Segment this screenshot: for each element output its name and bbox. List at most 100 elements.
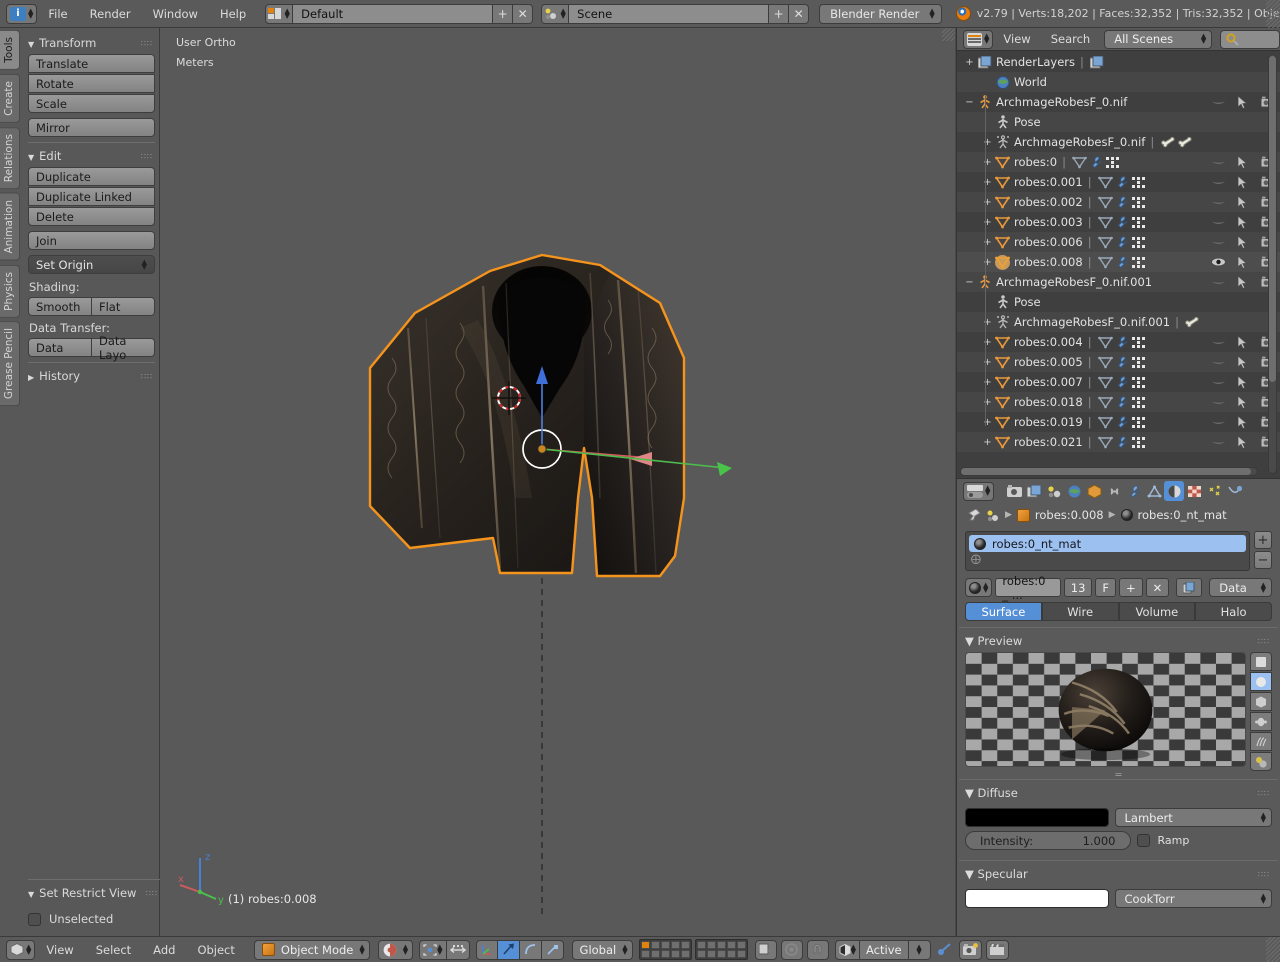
vertexgroup-icon[interactable] (1131, 396, 1148, 409)
outliner-search-input[interactable] (1220, 29, 1280, 49)
preview-monkey-button[interactable] (1250, 712, 1272, 731)
wrench-icon[interactable] (1114, 395, 1131, 409)
outliner-row[interactable]: + robes:0.002 | (957, 192, 1280, 212)
preview-flat-button[interactable] (1250, 652, 1272, 671)
material-link-dropdown[interactable]: Data ▲ ▼ (1209, 578, 1272, 597)
tab-create[interactable]: Create (0, 73, 20, 123)
outliner-row[interactable]: + RenderLayers | (957, 52, 1280, 72)
wrench-icon[interactable] (1114, 355, 1131, 369)
wrench-icon[interactable] (1114, 375, 1131, 389)
outliner-row[interactable]: + robes:0 | (957, 152, 1280, 172)
restrict-cursor-toggle[interactable] (1238, 275, 1249, 289)
restrict-eye-closed-toggle[interactable] (1211, 96, 1226, 108)
unlink-material-button[interactable]: ✕ (1145, 578, 1170, 597)
add-screen-layout-button[interactable]: + (493, 3, 514, 24)
outliner-expand-toggle[interactable]: + (981, 357, 994, 368)
tab-grease-pencil[interactable]: Grease Pencil (0, 321, 20, 407)
outliner-row-label[interactable]: ArchmageRobesF_0.nif.001 (1011, 315, 1170, 329)
outliner-menu-view[interactable]: View (993, 32, 1040, 46)
preview-sphere-button[interactable] (1250, 672, 1272, 691)
tab-world[interactable] (1064, 481, 1084, 501)
outliner-row-label[interactable]: Pose (1011, 115, 1041, 129)
outliner-row[interactable]: Pose (957, 292, 1280, 312)
tab-modifiers[interactable] (1124, 481, 1144, 501)
menu-file[interactable]: File (37, 7, 78, 21)
outliner-row[interactable]: + robes:0.005 | (957, 352, 1280, 372)
layer-cell[interactable] (736, 941, 746, 949)
bone-icon[interactable] (1176, 136, 1193, 148)
material-datablock-selector[interactable]: ▲ ▼ (965, 578, 993, 597)
layer-cell[interactable] (696, 941, 706, 949)
add-scene-button[interactable]: + (769, 3, 790, 24)
delete-screen-layout-button[interactable]: ✕ (513, 3, 534, 24)
diffuse-color-swatch[interactable] (965, 808, 1109, 827)
diffuse-ramp-row[interactable]: Ramp (1136, 831, 1273, 850)
outliner-expand-toggle[interactable]: + (981, 397, 994, 408)
restrict-cursor-toggle[interactable] (1238, 155, 1249, 169)
outliner-row[interactable]: + robes:0.003 | (957, 212, 1280, 232)
breadcrumb-material-name[interactable]: robes:0_nt_mat (1138, 508, 1227, 522)
mesh-data-icon[interactable] (1071, 156, 1088, 169)
viewport-menu-object[interactable]: Object (186, 943, 245, 957)
outliner-expand-toggle[interactable]: + (981, 137, 994, 148)
outliner-editor-type-selector[interactable]: ▲ ▼ (963, 29, 994, 49)
layer-cell[interactable] (706, 941, 716, 949)
outliner-row-label[interactable]: robes:0.001 (1011, 175, 1083, 189)
wrench-icon[interactable] (1114, 435, 1131, 449)
wrench-icon[interactable] (1114, 255, 1131, 269)
mirror-button[interactable]: Mirror (28, 118, 155, 137)
restrict-eye-closed-toggle[interactable] (1211, 396, 1226, 408)
tab-render-layers[interactable] (1024, 481, 1044, 501)
layer-cell[interactable] (660, 950, 670, 958)
specular-shader-dropdown[interactable]: CookTorr ▲ ▼ (1114, 889, 1272, 908)
material-slot-row[interactable]: robes:0_nt_mat (969, 535, 1246, 552)
tab-particles[interactable] (1204, 481, 1224, 501)
outliner-expand-toggle[interactable]: + (981, 257, 994, 268)
wrench-icon[interactable] (1114, 215, 1131, 229)
mesh-data-icon[interactable] (1097, 336, 1114, 349)
layer-cell[interactable] (726, 950, 736, 958)
translate-manipulator-button[interactable] (497, 939, 520, 960)
scene-layers-second-group[interactable] (694, 939, 748, 960)
outliner-row-label[interactable]: robes:0.008 (1011, 255, 1083, 269)
tab-physics[interactable]: Physics (0, 264, 20, 318)
tab-scene[interactable] (1044, 481, 1064, 501)
flat-button[interactable]: Flat (92, 297, 155, 316)
restrict-eye-open-toggle[interactable] (1211, 256, 1226, 268)
restrict-cursor-toggle[interactable] (1238, 335, 1249, 349)
history-panel-header[interactable]: ▶ History ∷∷ (28, 367, 155, 387)
viewport-editor-type-selector[interactable]: ▲ ▼ (6, 939, 36, 960)
outliner-row-label[interactable]: robes:0 (1011, 155, 1057, 169)
outliner-expand-toggle[interactable]: + (981, 437, 994, 448)
vertexgroup-icon[interactable] (1131, 216, 1148, 229)
join-button[interactable]: Join (28, 231, 155, 250)
material-name-input[interactable]: robes:0 _ ... (995, 574, 1061, 602)
mesh-data-icon[interactable] (1097, 176, 1114, 189)
snap-target-chevron[interactable]: ▲ ▼ (908, 939, 931, 960)
vertexgroup-icon[interactable] (1131, 436, 1148, 449)
outliner-expand-toggle[interactable]: + (981, 237, 994, 248)
vertexgroup-icon[interactable] (1131, 416, 1148, 429)
screen-layout-selector[interactable]: ▲ ▼ Default + ✕ (265, 3, 534, 24)
renderlayer-extra-icon[interactable] (1089, 55, 1106, 69)
restrict-cursor-toggle[interactable] (1238, 395, 1249, 409)
add-material-slot-button[interactable]: + (1254, 531, 1272, 549)
copy-material-button[interactable] (1176, 578, 1203, 597)
outliner-expand-toggle[interactable]: + (981, 177, 994, 188)
outliner-row[interactable]: + robes:0.019 | (957, 412, 1280, 432)
preview-sphere-sky-button[interactable] (1250, 752, 1272, 771)
outliner-tree[interactable]: + RenderLayers | World − ArchmageRobesF_0.nif… (957, 52, 1280, 464)
restrict-cursor-toggle[interactable] (1238, 375, 1249, 389)
tab-physics[interactable] (1224, 481, 1244, 501)
restrict-eye-closed-toggle[interactable] (1211, 336, 1226, 348)
restrict-view-header[interactable]: ▼ Set Restrict View ∷∷ (28, 884, 160, 904)
manipulator-toggle[interactable] (475, 939, 498, 960)
restrict-eye-closed-toggle[interactable] (1211, 176, 1226, 188)
layer-cell[interactable] (650, 941, 660, 949)
restrict-eye-closed-toggle[interactable] (1211, 196, 1226, 208)
outliner-row-label[interactable]: ArchmageRobesF_0.nif.001 (993, 275, 1152, 289)
viewport-menu-view[interactable]: View (35, 943, 84, 957)
outliner-expand-toggle[interactable]: + (981, 377, 994, 388)
layer-cell[interactable] (706, 950, 716, 958)
outliner-row-label[interactable]: robes:0.005 (1011, 355, 1083, 369)
